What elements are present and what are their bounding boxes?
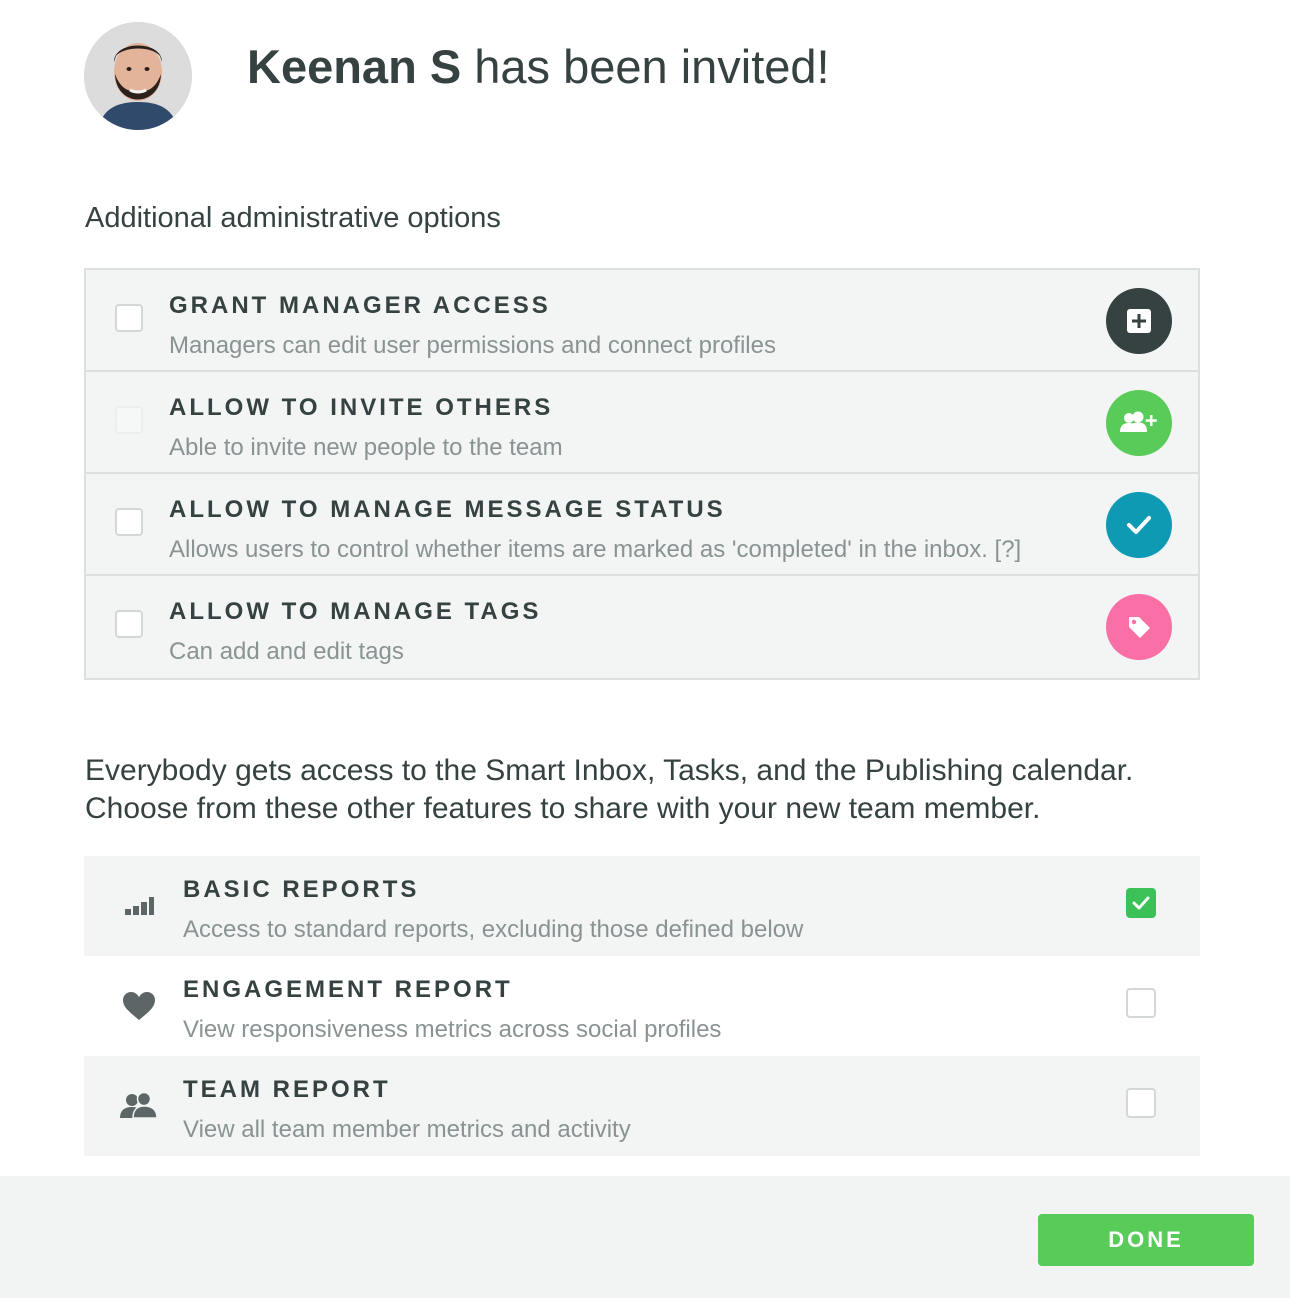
option-title: ALLOW TO MANAGE TAGS [169, 598, 542, 625]
admin-option-message-status: ALLOW TO MANAGE MESSAGE STATUS Allows us… [86, 474, 1198, 576]
feature-description: View all team member metrics and activit… [183, 1116, 631, 1143]
footer-bar: DONE [0, 1176, 1290, 1298]
checkmark-icon [1106, 492, 1172, 558]
admin-options-label: Additional administrative options [85, 202, 501, 234]
add-people-icon [1106, 390, 1172, 456]
plus-square-icon [1106, 288, 1172, 354]
invite-header: Keenan S has been invited! [84, 22, 830, 130]
option-title: GRANT MANAGER ACCESS [169, 292, 551, 319]
message-status-checkbox[interactable] [115, 508, 143, 536]
features-intro-line-1: Everybody gets access to the Smart Inbox… [85, 754, 1134, 787]
grant-manager-checkbox[interactable] [115, 304, 143, 332]
admin-option-manage-tags: ALLOW TO MANAGE TAGS Can add and edit ta… [86, 576, 1198, 678]
option-description: Allows users to control whether items ar… [169, 536, 1022, 563]
done-button[interactable]: DONE [1038, 1214, 1254, 1266]
option-description: Managers can edit user permissions and c… [169, 332, 776, 359]
feature-title: BASIC REPORTS [183, 876, 420, 903]
feature-description: Access to standard reports, excluding th… [183, 916, 804, 943]
invitee-name: Keenan S [247, 39, 462, 93]
basic-reports-checkbox[interactable] [1126, 888, 1156, 918]
feature-title: TEAM REPORT [183, 1076, 391, 1103]
invited-text: has been invited! [461, 39, 830, 93]
page-title: Keenan S has been invited! [247, 43, 830, 90]
feature-team-report: TEAM REPORT View all team member metrics… [84, 1056, 1200, 1156]
feature-description: View responsiveness metrics across socia… [183, 1016, 722, 1043]
team-report-checkbox[interactable] [1126, 1088, 1156, 1118]
admin-options-list: GRANT MANAGER ACCESS Managers can edit u… [84, 268, 1200, 680]
option-title: ALLOW TO INVITE OTHERS [169, 394, 554, 421]
option-description: Able to invite new people to the team [169, 434, 563, 461]
feature-engagement-report: ENGAGEMENT REPORT View responsiveness me… [84, 956, 1200, 1056]
admin-option-grant-manager: GRANT MANAGER ACCESS Managers can edit u… [86, 270, 1198, 372]
option-title: ALLOW TO MANAGE MESSAGE STATUS [169, 496, 726, 523]
option-description: Can add and edit tags [169, 638, 404, 665]
features-list: BASIC REPORTS Access to standard reports… [84, 856, 1200, 1156]
tag-icon [1106, 594, 1172, 660]
feature-title: ENGAGEMENT REPORT [183, 976, 513, 1003]
team-icon [118, 1086, 160, 1126]
avatar [84, 22, 192, 130]
invite-others-checkbox[interactable] [115, 406, 143, 434]
features-intro-line-2: Choose from these other features to shar… [85, 792, 1041, 825]
bar-chart-icon [118, 886, 160, 926]
heart-icon [118, 986, 160, 1026]
admin-option-invite-others: ALLOW TO INVITE OTHERS Able to invite ne… [86, 372, 1198, 474]
manage-tags-checkbox[interactable] [115, 610, 143, 638]
engagement-report-checkbox[interactable] [1126, 988, 1156, 1018]
feature-basic-reports: BASIC REPORTS Access to standard reports… [84, 856, 1200, 956]
features-intro: Everybody gets access to the Smart Inbox… [85, 752, 1235, 828]
